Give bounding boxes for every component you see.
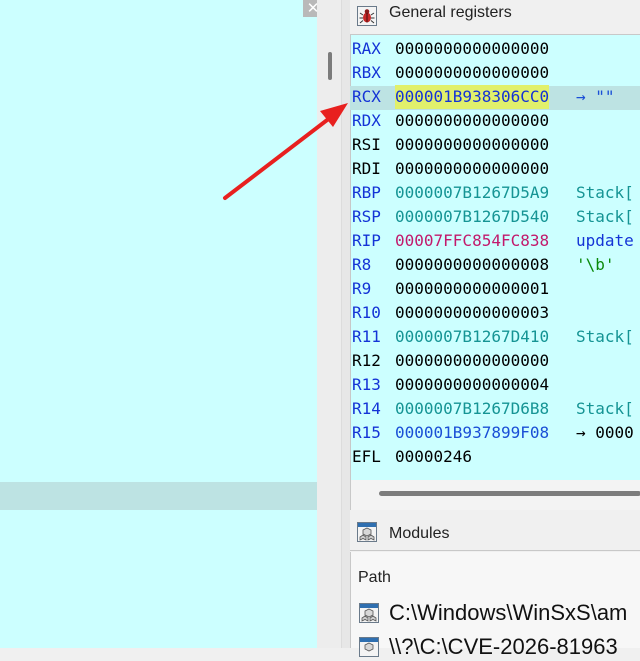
module-path: C:\Windows\WinSxS\am (389, 600, 628, 625)
register-name: R15 (352, 423, 381, 442)
register-value[interactable]: 0000000000000000 (395, 349, 549, 373)
listing-pane[interactable] (0, 0, 317, 648)
register-row-r9[interactable]: R9 0000000000000001 (352, 277, 640, 301)
bug-icon (357, 6, 377, 26)
register-name: RCX (352, 87, 381, 106)
register-value[interactable]: 0000000000000000 (395, 133, 549, 157)
register-value[interactable]: 0000007B1267D6B8 (395, 397, 549, 421)
register-name: RAX (352, 39, 381, 58)
register-row-r14[interactable]: R14 0000007B1267D6B8 Stack[ (352, 397, 640, 421)
register-value[interactable]: 0000007B1267D5A9 (395, 181, 549, 205)
module-file-icon (359, 637, 379, 657)
register-name: RDX (352, 111, 381, 130)
module-path: \\?\C:\CVE-2026-81963 (389, 634, 618, 659)
register-row-r10[interactable]: R10 0000000000000003 (352, 301, 640, 325)
register-value[interactable]: 000001B937899F08 (395, 421, 549, 445)
register-name: R11 (352, 327, 381, 346)
register-name: R13 (352, 375, 381, 394)
register-row-rip[interactable]: RIP 00007FFC854FC838 update (352, 229, 640, 253)
register-value[interactable]: 0000000000000001 (395, 277, 549, 301)
register-value[interactable]: 0000000000000000 (395, 37, 549, 61)
module-file-icon (359, 603, 379, 623)
register-value[interactable]: 0000007B1267D540 (395, 205, 549, 229)
listing-vertical-scrollbar[interactable] (317, 0, 341, 648)
register-info-pointer[interactable]: → 0000 (576, 421, 634, 445)
register-value[interactable]: 0000000000000000 (395, 157, 549, 181)
register-info[interactable]: Stack[ (576, 181, 634, 205)
register-name: R12 (352, 351, 381, 370)
register-name: R8 (352, 255, 372, 274)
register-value[interactable]: 0000000000000004 (395, 373, 549, 397)
register-name: R9 (352, 279, 372, 298)
register-value[interactable]: 0000000000000003 (395, 301, 549, 325)
registers-scrollbar-thumb[interactable] (379, 491, 640, 496)
register-row-rbx[interactable]: RBX 0000000000000000 (352, 61, 640, 85)
register-row-rcx[interactable]: RCX 000001B938306CC0 → "" (352, 85, 640, 109)
register-row-r11[interactable]: R11 0000007B1267D410 Stack[ (352, 325, 640, 349)
modules-view[interactable]: Path C:\Windows\WinSxS\am \\?\C:\CVE-202… (350, 552, 640, 659)
listing-selected-row[interactable] (0, 482, 317, 510)
register-info[interactable]: Stack[ (576, 325, 634, 349)
module-row[interactable]: \\?\C:\CVE-2026-81963 (351, 632, 640, 660)
register-value[interactable]: 0000000000000000 (395, 61, 549, 85)
register-row-rdi[interactable]: RDI 0000000000000000 (352, 157, 640, 181)
module-row[interactable]: C:\Windows\WinSxS\am (351, 598, 640, 626)
listing-scrollbar-thumb[interactable] (328, 52, 332, 80)
register-name: RSI (352, 135, 381, 154)
register-row-rdx[interactable]: RDX 0000000000000000 (352, 109, 640, 133)
register-name: RIP (352, 231, 381, 250)
register-row-rsi[interactable]: RSI 0000000000000000 (352, 133, 640, 157)
modules-panel-title: Modules (389, 525, 450, 542)
register-name: EFL (352, 447, 381, 466)
registers-panel-header: General registers (350, 0, 640, 35)
registers-panel-title: General registers (389, 4, 512, 21)
register-value[interactable]: 00007FFC854FC838 (395, 229, 549, 253)
register-info[interactable]: update (576, 229, 634, 253)
register-row-r8[interactable]: R8 0000000000000008 '\b' (352, 253, 640, 277)
register-name: RBP (352, 183, 381, 202)
pane-splitter[interactable] (341, 0, 350, 648)
path-column-header[interactable]: Path (358, 569, 391, 587)
register-value-highlighted[interactable]: 000001B938306CC0 (395, 85, 550, 109)
register-value[interactable]: 0000000000000000 (395, 109, 549, 133)
register-row-r15[interactable]: R15 000001B937899F08 → 0000 (352, 421, 640, 445)
register-row-rax[interactable]: RAX 0000000000000000 (352, 37, 640, 61)
register-value[interactable]: 0000000000000008 (395, 253, 549, 277)
register-name: R10 (352, 303, 381, 322)
register-row-efl[interactable]: EFL 00000246 (352, 445, 640, 469)
register-name: RSP (352, 207, 381, 226)
register-row-rbp[interactable]: RBP 0000007B1267D5A9 Stack[ (352, 181, 640, 205)
register-row-r13[interactable]: R13 0000000000000004 (352, 373, 640, 397)
register-info[interactable]: Stack[ (576, 205, 634, 229)
modules-icon (357, 522, 377, 542)
register-value[interactable]: 00000246 (395, 445, 472, 469)
register-info[interactable]: Stack[ (576, 397, 634, 421)
register-row-r12[interactable]: R12 0000000000000000 (352, 349, 640, 373)
modules-panel-header: Modules (350, 516, 640, 551)
register-info[interactable]: '\b' (576, 253, 615, 277)
register-row-rsp[interactable]: RSP 0000007B1267D540 Stack[ (352, 205, 640, 229)
registers-horizontal-scrollbar[interactable] (350, 480, 640, 510)
register-name: RBX (352, 63, 381, 82)
register-name: R14 (352, 399, 381, 418)
register-info-pointer[interactable]: → "" (576, 85, 615, 109)
register-value[interactable]: 0000007B1267D410 (395, 325, 549, 349)
register-name: RDI (352, 159, 381, 178)
